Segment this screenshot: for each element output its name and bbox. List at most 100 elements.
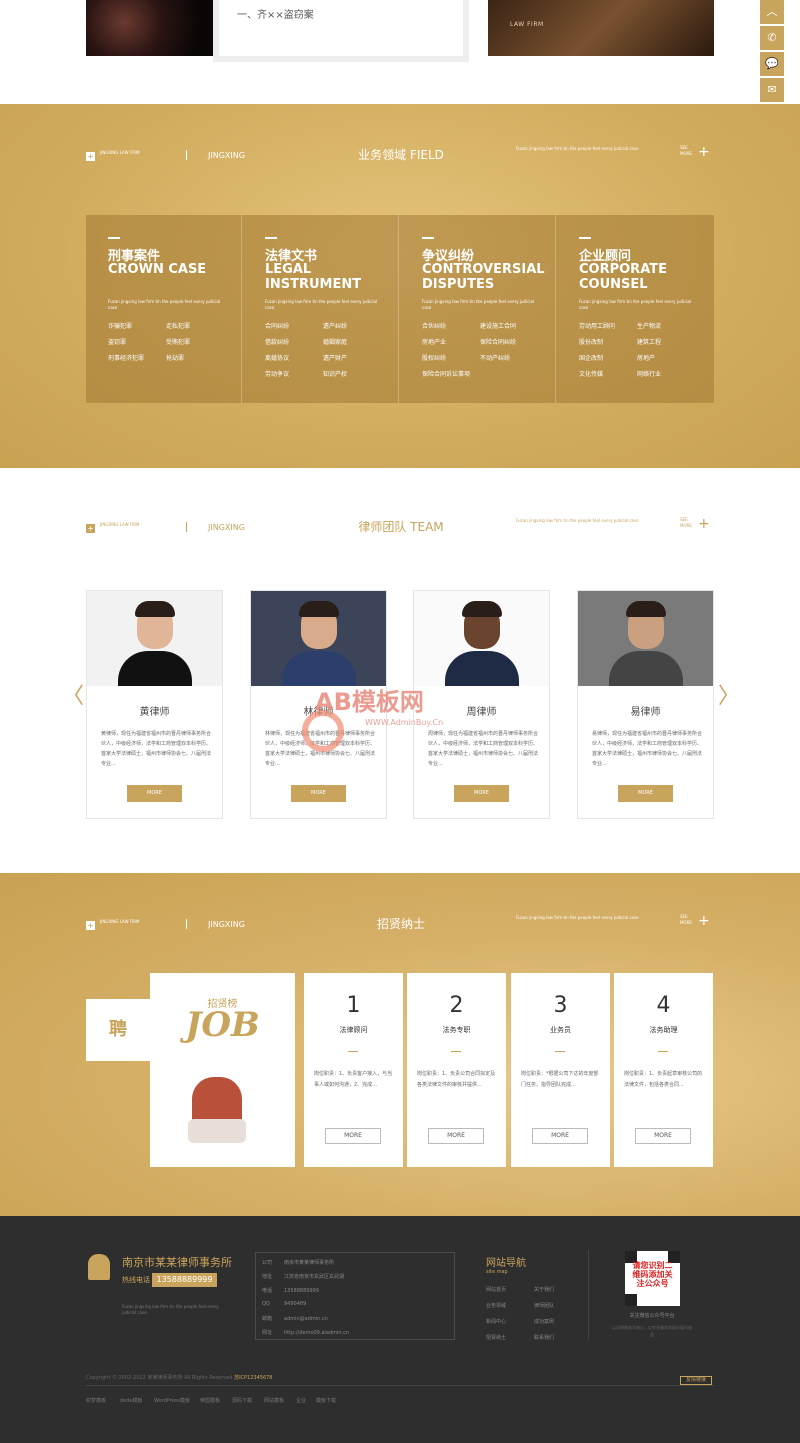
copyright: Copyright © 2002-2022 某某律师事务所 All Rights…	[86, 1374, 273, 1381]
card-link[interactable]: 受贿犯罪	[166, 337, 224, 353]
card-link[interactable]: 合伙纠纷	[422, 321, 480, 337]
header-jingxing: JINGXING	[208, 920, 245, 929]
lawyer-more-button[interactable]: MORE	[127, 785, 182, 802]
lawyer-card[interactable]: 黄律师 黄律师，现任为福建省福州市的晋丹律师事务所合伙人，中级经济师，法学和工商…	[86, 590, 223, 819]
friend-link[interactable]: 网站模板	[264, 1397, 284, 1404]
job-number: 2	[449, 993, 464, 1018]
phone-icon[interactable]: ✆	[760, 26, 784, 50]
card-link[interactable]: 股份改制	[579, 337, 637, 353]
lawyer-more-button[interactable]: MORE	[291, 785, 346, 802]
field-card[interactable]: 法律文书 LEGAL INSTRUMENT Fuzan jingxing law…	[243, 215, 399, 403]
icp-link[interactable]: 苏ICP12345678	[234, 1375, 272, 1381]
card-link[interactable]: 抢劫罪	[166, 353, 224, 369]
footer-nav-link[interactable]: 联系我们	[534, 1334, 554, 1341]
carousel-next-icon[interactable]: 〉	[718, 678, 740, 710]
footer-nav-link[interactable]: 业务领域	[486, 1302, 506, 1309]
lawyer-card[interactable]: 周律师 周律师，现任为福建省福州市的晋丹律师事务所合伙人，中级经济师，法学和工商…	[413, 590, 550, 819]
card-link[interactable]: 刑事经济犯罪	[108, 353, 166, 369]
lawyer-card[interactable]: 易律师 易律师，现任为福建省福州市的晋丹律师事务所合伙人，中级经济师，法学和工商…	[577, 590, 714, 819]
job-card[interactable]: 1 法律顾问 岗位职责：1、负责客户接入，与当事人或如何沟通；2、完成... M…	[304, 973, 403, 1167]
hotline-number[interactable]: 13588889999	[152, 1273, 217, 1287]
job-more-button[interactable]: MORE	[428, 1128, 484, 1144]
friend-link[interactable]: 企业	[296, 1397, 306, 1404]
job-card[interactable]: 4 法务助理 岗位职责：1、负责起草审核公司的法律文件，包括各类合同... MO…	[614, 973, 713, 1167]
carousel-prev-icon[interactable]: 〈	[62, 678, 84, 710]
card-link[interactable]: 遗产财产	[323, 353, 381, 369]
card-link[interactable]: 劳动争议	[265, 369, 323, 385]
lawyer-photo	[578, 591, 713, 686]
footer-nav-link[interactable]: 新闻中心	[486, 1318, 506, 1325]
contact-key: QQ	[262, 1301, 270, 1307]
card-link[interactable]: 文化传媒	[579, 369, 637, 385]
job-more-button[interactable]: MORE	[532, 1128, 588, 1144]
lawyer-more-button[interactable]: MORE	[454, 785, 509, 802]
card-link[interactable]: 国企改制	[579, 353, 637, 369]
card-link[interactable]: 房地产	[637, 353, 695, 369]
see-more-link[interactable]: SEE MORE	[680, 517, 694, 529]
friend-link[interactable]: 帝国模板	[200, 1397, 220, 1404]
footer-nav-link[interactable]: 招贤纳士	[486, 1334, 506, 1341]
wechat-icon[interactable]: ✉	[760, 78, 784, 102]
news-image-right[interactable]: LAW FIRM	[488, 0, 714, 56]
see-more-link[interactable]: SEE MORE	[680, 145, 694, 157]
footer-nav-link[interactable]: 网站首页	[486, 1286, 506, 1293]
job-more-button[interactable]: MORE	[325, 1128, 381, 1144]
card-link[interactable]: 借款纠纷	[265, 337, 323, 353]
lawyer-icon	[88, 1254, 110, 1280]
card-link[interactable]: 生产物流	[637, 321, 695, 337]
contact-value: 南京市某某律师事务所	[284, 1260, 335, 1266]
contact-value[interactable]: admin@admin.cn	[284, 1316, 328, 1322]
field-card[interactable]: 争议纠纷 CONTROVERSIAL DISPUTES Fuzan jingxi…	[400, 215, 556, 403]
friend-link[interactable]: 模板下载	[316, 1397, 336, 1404]
card-link[interactable]: 诈骗犯罪	[108, 321, 166, 337]
contact-value: 13588889999	[284, 1288, 319, 1294]
footer-nav-link[interactable]: 成功案例	[534, 1318, 554, 1325]
see-more-link[interactable]: SEE MORE	[680, 914, 694, 926]
card-link[interactable]: 婚姻家庭	[323, 337, 381, 353]
card-link[interactable]: 保险合同纠纷	[480, 337, 538, 353]
footer-nav-link[interactable]: 关于我们	[534, 1286, 554, 1293]
news-item-box[interactable]: 一、齐××盗窃案	[213, 0, 469, 62]
card-link[interactable]: 建设施工合同	[480, 321, 538, 337]
card-link[interactable]: 股权纠纷	[422, 353, 480, 369]
card-link[interactable]: 网络行业	[637, 369, 695, 385]
header-tiny-text: JINGXING LAW FIRM	[100, 919, 140, 924]
friend-link[interactable]: WordPress模板	[154, 1397, 190, 1404]
news-image-left[interactable]	[86, 0, 213, 56]
chat-icon[interactable]: 💬	[760, 52, 784, 76]
job-more-button[interactable]: MORE	[635, 1128, 691, 1144]
card-link[interactable]: 遗产纠纷	[323, 321, 381, 337]
friend-link[interactable]: 源码下载	[232, 1397, 252, 1404]
chair-seat	[188, 1119, 246, 1143]
news-item-title[interactable]: 一、齐××盗窃案	[237, 6, 314, 21]
field-header: + JINGXING LAW FIRM JINGXING 业务领域 FIELD …	[86, 144, 714, 170]
card-link[interactable]: 建筑工程	[637, 337, 695, 353]
back-to-top-icon[interactable]: ︿	[760, 0, 784, 24]
job-card[interactable]: 2 法务专职 岗位职责：1、负责公司合同拟定及各类法律文件的审核并提供... M…	[407, 973, 506, 1167]
card-link[interactable]: 房地产业	[422, 337, 480, 353]
card-link[interactable]: 离婚协议	[265, 353, 323, 369]
card-link[interactable]: 盗窃罪	[108, 337, 166, 353]
card-desc: Fuzan jingxing law firm tin the people f…	[422, 299, 535, 310]
card-link[interactable]: 知识产权	[323, 369, 381, 385]
card-link[interactable]: 保险合同诉讼事项	[422, 369, 502, 385]
more-plus-icon[interactable]: +	[698, 913, 710, 929]
more-plus-icon[interactable]: +	[698, 144, 710, 160]
contact-value[interactable]: http://demo09.aiadmin.cn	[284, 1330, 349, 1336]
lawyer-photo	[251, 591, 386, 686]
field-card[interactable]: 刑事案件 CROWN CASE Fuzan jingxing law firm …	[86, 215, 242, 403]
friend-link[interactable]: 织梦模板	[86, 1397, 106, 1404]
header-jingxing: JINGXING	[208, 523, 245, 532]
card-link[interactable]: 劳动用工顾问	[579, 321, 637, 337]
card-link[interactable]: 不动产纠纷	[480, 353, 538, 369]
job-card[interactable]: 3 业务员 岗位职责：*根据公司下达的年度部门任务，指导团队完成... MORE	[511, 973, 610, 1167]
card-link[interactable]: 合同纠纷	[265, 321, 323, 337]
card-link[interactable]: 走私犯罪	[166, 321, 224, 337]
header-desc: Fuzan jingxing law firm tin the people f…	[516, 518, 639, 523]
more-plus-icon[interactable]: +	[698, 516, 710, 532]
divider	[186, 522, 187, 532]
lawyer-more-button[interactable]: MORE	[618, 785, 673, 802]
field-card[interactable]: 企业顾问 CORPORATE COUNSEL Fuzan jingxing la…	[557, 215, 713, 403]
friend-link[interactable]: dede模板	[120, 1397, 143, 1404]
footer-nav-link[interactable]: 律师团队	[534, 1302, 554, 1309]
